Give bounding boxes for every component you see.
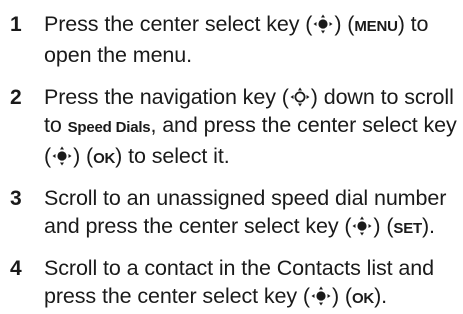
center-select-key-icon [351,215,373,237]
navigation-key-icon [289,86,311,108]
step-text-segment: ). [422,214,435,238]
step-text-segment: Press the center select key ( [44,12,313,36]
center-select-key-icon [312,13,334,35]
step-text-segment: ) ( [334,12,355,36]
step-text-segment: Press the navigation key ( [44,85,289,109]
key-label: Speed Dials [67,119,151,136]
center-select-key-icon [51,145,73,167]
step-text: Press the center select key () (MENU) to… [44,10,460,69]
step-text-segment: ) ( [373,214,394,238]
key-label: OK [351,290,375,307]
step-number: 4 [10,257,22,280]
key-label: OK [93,150,116,167]
step-text: Press the navigation key () down to scro… [44,83,460,173]
step-text-segment: ) ( [331,284,352,308]
step-text-segment: ) to select it. [115,144,230,168]
step-number: 3 [10,187,22,210]
center-select-key-icon [310,285,332,307]
step-number: 2 [10,86,22,109]
key-label: SET [393,220,422,237]
step-text: Scroll to an unassigned speed dial numbe… [44,184,460,243]
step-text-segment: ). [374,284,388,308]
step-text: Scroll to a contact in the Contacts list… [44,254,460,313]
step-text-segment: ) ( [73,144,94,168]
key-label: MENU [354,18,398,35]
step-number: 1 [10,13,22,36]
